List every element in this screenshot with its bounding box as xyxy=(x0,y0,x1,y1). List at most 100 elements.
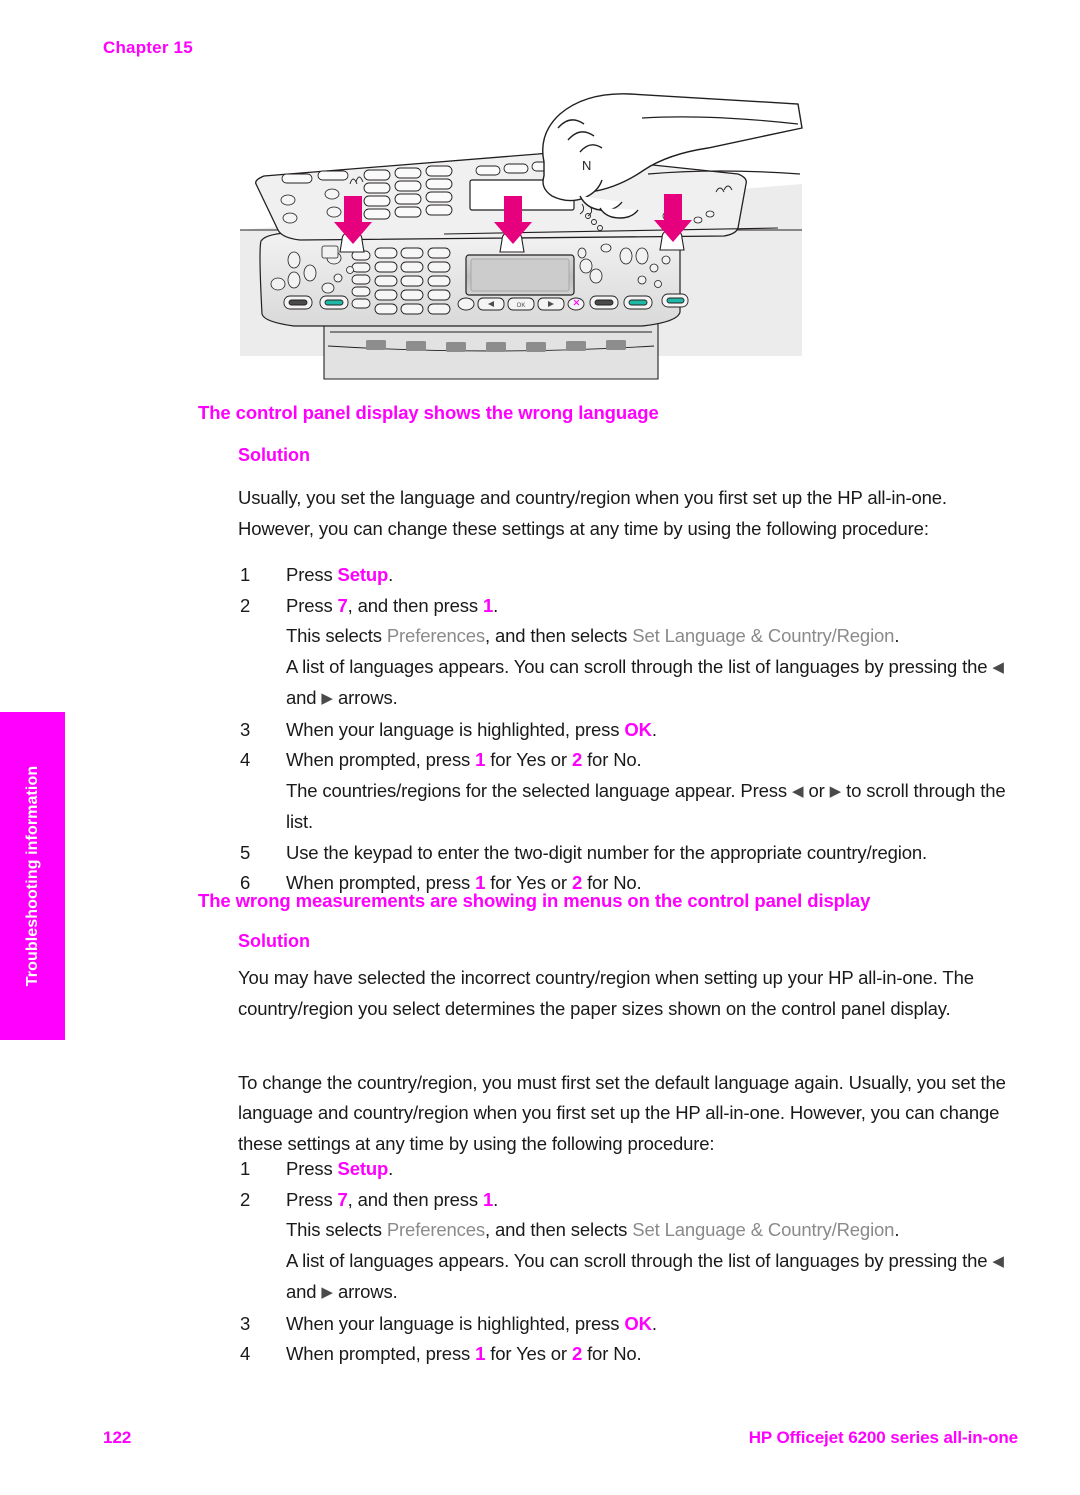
text-run: arrows. xyxy=(332,1281,398,1302)
ui-term-accent: Setup xyxy=(337,1158,389,1179)
footer-page-number: 122 xyxy=(103,1428,132,1447)
text-run: . xyxy=(388,564,394,585)
text-run: for No. xyxy=(582,749,642,770)
section-heading: The control panel display shows the wron… xyxy=(198,402,659,423)
step-subtext: This selects Preferences, and then selec… xyxy=(286,1215,1018,1246)
text-run: Press xyxy=(286,1188,338,1210)
side-tab-troubleshooting-information: Troubleshooting information xyxy=(0,712,65,1040)
text-run: When your language is highlighted, press xyxy=(286,1312,625,1334)
ui-term-accent: OK xyxy=(624,1312,652,1334)
procedure-step: 1 Press Setup. xyxy=(238,560,1018,591)
text-run: Use the keypad to enter the two-digit nu… xyxy=(286,841,928,863)
text-run: When your language is highlighted, press xyxy=(286,718,625,740)
text-run: or xyxy=(803,779,830,801)
side-tab-label: Troubleshooting information xyxy=(23,765,41,987)
text-run: and xyxy=(286,687,322,708)
procedure-step-list: 1 Press Setup. 2 Press 7, and then press 1.… xyxy=(238,560,1018,899)
body-paragraph: You may have selected the incorrect coun… xyxy=(238,967,974,1019)
step-subtext: The countries/regions for the selected l… xyxy=(286,776,1018,838)
procedure-step: 2 Press 7, and then press 1. This selects … xyxy=(238,591,1018,715)
text-run: . xyxy=(894,625,900,646)
text-run: . xyxy=(651,718,657,740)
ui-term-accent: 7 xyxy=(337,1188,348,1210)
left-arrow-icon: ◀ xyxy=(791,782,804,800)
ui-term-accent: 1 xyxy=(482,1188,494,1210)
text-run: . xyxy=(894,1219,900,1240)
procedure-step: 2 Press 7, and then press 1. This selects … xyxy=(238,1185,1018,1309)
section-heading: The wrong measurements are showing in me… xyxy=(198,890,871,911)
body-paragraph: To change the country/region, you must f… xyxy=(238,1071,1006,1154)
procedure-step: 1 Press Setup. xyxy=(238,1154,1018,1185)
step-text: When your language is highlighted, press… xyxy=(286,719,657,740)
step-subtext: This selects Preferences, and then selec… xyxy=(286,621,1018,652)
step-number: 3 xyxy=(240,1312,251,1334)
text-run: Press xyxy=(286,594,338,616)
procedure-step: 3 When your language is highlighted, pres… xyxy=(238,715,1018,746)
ui-term-accent: 2 xyxy=(571,1343,583,1364)
text-run: , and then press xyxy=(347,594,483,616)
ui-term-accent: OK xyxy=(624,718,652,740)
ui-menu-term: Set Language & Country/Region xyxy=(632,625,895,646)
solution-heading: Solution xyxy=(238,445,310,465)
text-run: . xyxy=(388,1158,394,1179)
text-run: . xyxy=(651,1312,657,1334)
text-run: The countries/regions for the selected l… xyxy=(286,779,792,801)
footer-product-name: HP Officejet 6200 series all-in-one xyxy=(748,1428,1018,1447)
step-number: 5 xyxy=(240,841,251,863)
step-text: Press 7, and then press 1. xyxy=(286,595,498,616)
ui-term-accent: 1 xyxy=(475,1343,486,1364)
ui-menu-term: Preferences xyxy=(386,1219,485,1240)
text-run: This selects xyxy=(286,625,387,646)
solution-heading: Solution xyxy=(238,931,310,951)
right-arrow-icon: ▶ xyxy=(321,1284,333,1301)
left-arrow-icon: ◀ xyxy=(992,1252,1004,1270)
text-run: A list of languages appears. You can scr… xyxy=(286,655,993,677)
text-run: This selects xyxy=(286,1219,387,1240)
step-text: Press Setup. xyxy=(286,1158,393,1179)
text-run: for Yes or xyxy=(485,749,572,770)
procedure-step-list: 1 Press Setup. 2 Press 7, and then press 1.… xyxy=(238,1154,1018,1370)
text-run: , and then selects xyxy=(484,1219,633,1240)
ui-menu-term: Preferences xyxy=(386,625,485,646)
text-run: , and then selects xyxy=(484,625,633,646)
svg-text:OK: OK xyxy=(517,303,526,309)
step-number: 4 xyxy=(240,1343,251,1364)
step-text: Press Setup. xyxy=(286,564,393,585)
left-arrow-icon: ◀ xyxy=(992,658,1004,676)
text-run: and xyxy=(286,1281,322,1302)
procedure-step: 3 When your language is highlighted, pres… xyxy=(238,1309,1018,1340)
text-run: When prompted, press xyxy=(286,1343,476,1364)
svg-text:N: N xyxy=(582,158,591,173)
step-number: 2 xyxy=(240,594,251,616)
chapter-header: Chapter 15 xyxy=(103,38,193,57)
step-text: Use the keypad to enter the two-digit nu… xyxy=(286,842,927,863)
step-text: When prompted, press 1 for Yes or 2 for … xyxy=(286,1343,642,1364)
right-arrow-icon: ▶ xyxy=(321,690,333,707)
text-run: arrows. xyxy=(332,687,398,708)
ui-term-accent: 1 xyxy=(482,594,494,616)
text-run: , and then press xyxy=(347,1188,483,1210)
printer-control-panel-illustration: OK N xyxy=(238,88,804,380)
text-run: Press xyxy=(286,1158,338,1179)
ui-term-accent: 2 xyxy=(571,749,583,770)
text-run: When prompted, press xyxy=(286,749,476,770)
procedure-step: 4 When prompted, press 1 for Yes or 2 for… xyxy=(238,745,1018,838)
step-number: 1 xyxy=(240,1158,251,1179)
step-number: 3 xyxy=(240,718,251,740)
step-text: When prompted, press 1 for Yes or 2 for … xyxy=(286,749,642,770)
step-text: When your language is highlighted, press… xyxy=(286,1313,657,1334)
step-subtext: A list of languages appears. You can scr… xyxy=(286,1246,1018,1309)
text-run: A list of languages appears. You can scr… xyxy=(286,1249,993,1271)
text-run: for Yes or xyxy=(485,1343,572,1364)
ui-term-accent: 7 xyxy=(337,594,348,616)
ui-term-accent: 1 xyxy=(475,749,486,770)
step-number: 2 xyxy=(240,1188,251,1210)
text-run: . xyxy=(493,1188,499,1210)
step-text: Press 7, and then press 1. xyxy=(286,1189,498,1210)
text-run: . xyxy=(493,594,499,616)
right-arrow-icon: ▶ xyxy=(829,782,842,800)
ui-term-accent: Setup xyxy=(337,564,389,585)
step-number: 4 xyxy=(240,749,251,770)
procedure-step: 5 Use the keypad to enter the two-digit n… xyxy=(238,838,1018,869)
procedure-step: 4 When prompted, press 1 for Yes or 2 for… xyxy=(238,1339,1018,1370)
